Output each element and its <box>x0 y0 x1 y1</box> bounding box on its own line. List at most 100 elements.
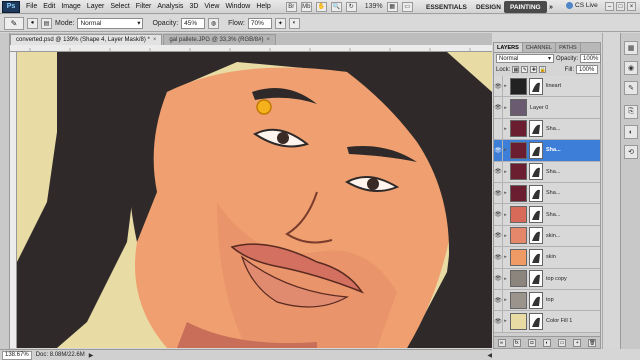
layer-row[interactable]: 👁 ▸ lineart <box>494 76 600 98</box>
eye-icon[interactable]: 👁 <box>494 140 503 161</box>
pressure-size-icon[interactable]: ◐ <box>288 17 300 29</box>
layer-thumbnail[interactable] <box>510 77 527 95</box>
clone-source-icon[interactable]: ⎘ <box>624 105 638 119</box>
add-mask-icon[interactable]: ◘ <box>527 338 536 347</box>
menu-item-help[interactable]: Help <box>253 3 273 10</box>
layer-style-icon[interactable]: fx <box>512 338 521 347</box>
layer-mask-thumbnail[interactable] <box>529 120 543 138</box>
color-icon[interactable]: ◉ <box>624 61 638 75</box>
eye-icon[interactable]: 👁 <box>494 268 503 289</box>
close-button[interactable]: × <box>627 2 636 11</box>
flow-input[interactable]: 70% <box>247 17 272 29</box>
tab-gal-pallete[interactable]: gal pallete.JPG @ 33,3% (RGB/8#) × <box>163 34 276 45</box>
layer-row[interactable]: 👁 ▸ Sha... <box>494 182 600 205</box>
brush-size-icon[interactable]: ● <box>27 17 38 29</box>
eye-icon[interactable]: 👁 <box>494 289 503 311</box>
new-layer-icon[interactable]: + <box>573 338 582 347</box>
layer-thumbnail[interactable] <box>510 270 527 288</box>
brush-presets-icon[interactable]: ✎ <box>624 81 638 95</box>
layer-mask-thumbnail[interactable] <box>529 184 543 202</box>
menu-item-analysis[interactable]: Analysis <box>154 3 186 10</box>
layer-mask-thumbnail[interactable] <box>529 291 543 309</box>
mode-select[interactable]: Normal ▾ <box>77 17 144 29</box>
menu-item-filter[interactable]: Filter <box>133 3 155 10</box>
document-canvas[interactable] <box>17 52 492 348</box>
workspace-more-icon[interactable]: » <box>543 1 559 13</box>
layer-thumbnail[interactable] <box>510 312 527 330</box>
tab-paths[interactable]: PATHS <box>556 43 581 52</box>
trash-icon[interactable]: 🗑 <box>588 338 597 347</box>
menu-item-layer[interactable]: Layer <box>84 3 108 10</box>
zoom-tool-icon[interactable]: 🔍 <box>330 1 342 12</box>
opacity-input[interactable]: 45% <box>181 17 206 29</box>
link-layers-icon[interactable]: ∞ <box>497 338 506 347</box>
lock-transparency-icon[interactable]: ▦ <box>512 66 520 73</box>
screen-mode-icon[interactable]: ▭ <box>401 1 413 12</box>
eye-icon[interactable]: 👁 <box>494 247 503 268</box>
zoom-level-select[interactable]: 139% <box>365 3 383 10</box>
layer-row[interactable]: 👁 ▸ Color Fill 1 <box>494 311 600 333</box>
blend-mode-select[interactable]: Normal ▾ <box>496 54 554 63</box>
tab-channels[interactable]: CHANNEL <box>523 43 557 52</box>
eye-icon[interactable]: 👁 <box>494 311 503 332</box>
scroll-left-icon[interactable]: ◀ <box>487 352 492 359</box>
fill-input[interactable]: 100% <box>576 65 598 74</box>
minimize-button[interactable]: – <box>605 2 614 11</box>
menu-item-3d[interactable]: 3D <box>186 3 201 10</box>
eye-icon[interactable]: 👁 <box>494 204 503 225</box>
lock-position-icon[interactable]: ✚ <box>530 66 538 73</box>
rotate-view-icon[interactable]: ↻ <box>345 1 357 12</box>
pressure-opacity-icon[interactable]: ◍ <box>208 17 220 29</box>
layer-row[interactable]: 👁 ▸ Sha... <box>494 204 600 226</box>
bridge-icon[interactable]: Br <box>285 1 297 12</box>
menu-item-file[interactable]: File <box>23 3 40 10</box>
eye-icon[interactable]: 👁 <box>494 161 503 182</box>
eye-icon[interactable]: 👁 <box>494 225 503 247</box>
layer-row[interactable]: 👁 ▸ Layer 0 <box>494 97 600 119</box>
airbrush-icon[interactable]: ✦ <box>274 17 286 29</box>
layer-mask-thumbnail[interactable] <box>529 227 543 245</box>
cs-live[interactable]: CS Live <box>566 2 598 9</box>
menu-item-view[interactable]: View <box>201 3 222 10</box>
layer-row[interactable]: ▸ Sha... <box>494 118 600 141</box>
eye-icon[interactable]: 👁 <box>494 97 503 118</box>
layer-mask-thumbnail[interactable] <box>529 206 543 224</box>
layer-mask-thumbnail[interactable] <box>529 270 543 288</box>
adjustment-layer-icon[interactable]: ◐ <box>542 338 551 347</box>
layer-opacity-input[interactable]: 100% <box>580 54 602 63</box>
layer-row[interactable]: 👁 ▸ top <box>494 289 600 312</box>
layer-thumbnail[interactable] <box>510 227 527 245</box>
close-icon[interactable]: × <box>153 37 157 43</box>
menu-item-window[interactable]: Window <box>222 3 253 10</box>
eye-icon[interactable]: 👁 <box>494 182 503 204</box>
layer-row[interactable]: 👁 ▸ skin <box>494 247 600 269</box>
layer-thumbnail[interactable] <box>510 184 527 202</box>
workspace-design[interactable]: DESIGN <box>470 1 507 13</box>
hand-tool-icon[interactable]: ✋ <box>315 1 327 12</box>
brush-panel-icon[interactable]: ▤ <box>41 17 52 29</box>
layer-mask-thumbnail[interactable] <box>529 141 543 159</box>
close-icon[interactable]: × <box>266 37 270 43</box>
layer-row[interactable]: 👁 ▸ Sha... <box>494 161 600 183</box>
brush-tool-icon[interactable]: ✎ <box>4 16 24 30</box>
layer-thumbnail[interactable] <box>510 120 527 138</box>
workspace-painting[interactable]: PAINTING <box>504 1 547 13</box>
layer-row[interactable]: 👁 ▸ skin... <box>494 225 600 248</box>
layer-thumbnail[interactable] <box>510 141 527 159</box>
arrange-documents-icon[interactable]: ▦ <box>386 1 398 12</box>
layer-thumbnail[interactable] <box>510 99 527 117</box>
maximize-button[interactable]: □ <box>616 2 625 11</box>
layer-thumbnail[interactable] <box>510 163 527 181</box>
layer-mask-thumbnail[interactable] <box>529 77 543 95</box>
menu-item-image[interactable]: Image <box>58 3 83 10</box>
layer-row[interactable]: 👁 ▸ Sha... <box>494 140 600 162</box>
tab-converted[interactable]: converted.psd @ 139% (Shape 4, Layer Mas… <box>10 34 163 45</box>
layer-thumbnail[interactable] <box>510 248 527 266</box>
history-icon[interactable]: ⟲ <box>624 145 638 159</box>
eye-icon[interactable] <box>494 118 503 140</box>
lock-pixels-icon[interactable]: ✎ <box>521 66 529 73</box>
layer-mask-thumbnail[interactable] <box>529 248 543 266</box>
layer-row[interactable]: 👁 ▸ top copy <box>494 268 600 290</box>
swatches-icon[interactable]: ▦ <box>624 41 638 55</box>
layer-thumbnail[interactable] <box>510 291 527 309</box>
